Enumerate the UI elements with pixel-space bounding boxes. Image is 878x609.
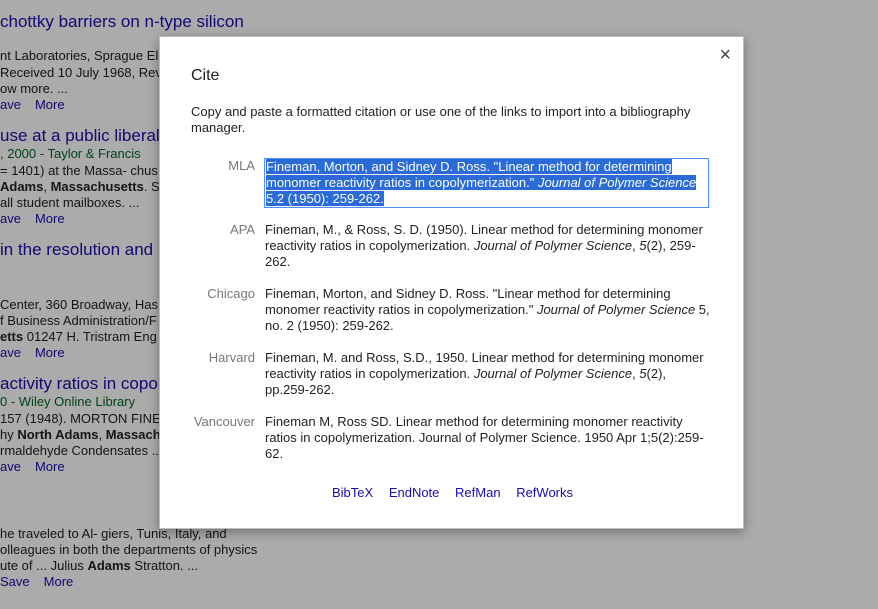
citation-style-label: Chicago xyxy=(207,286,255,301)
citation-text-harvard[interactable]: Fineman, M. and Ross, S.D., 1950. Linear… xyxy=(265,350,710,398)
citation-text-chicago[interactable]: Fineman, Morton, and Sidney D. Ross. "Li… xyxy=(265,286,710,334)
citation-style-label: Harvard xyxy=(208,350,255,365)
bibtex-link[interactable]: BibTeX xyxy=(332,485,373,500)
citation-style-label: Vancouver xyxy=(193,414,255,429)
endnote-link[interactable]: EndNote xyxy=(389,485,440,500)
dialog-title: Cite xyxy=(191,67,220,84)
refman-link[interactable]: RefMan xyxy=(455,485,501,500)
export-links: BibTeX EndNote RefMan RefWorks xyxy=(160,485,745,500)
citation-text-mla[interactable]: Fineman, Morton, and Sidney D. Ross. "Li… xyxy=(264,158,709,208)
citation-text-apa[interactable]: Fineman, M., & Ross, S. D. (1950). Linea… xyxy=(265,222,710,270)
close-icon[interactable]: × xyxy=(719,45,731,65)
refworks-link[interactable]: RefWorks xyxy=(516,485,573,500)
cite-dialog: × Cite Copy and paste a formatted citati… xyxy=(159,36,744,529)
citation-style-label: APA xyxy=(229,222,255,237)
citation-text-vancouver[interactable]: Fineman M, Ross SD. Linear method for de… xyxy=(265,414,710,462)
citation-style-label: MLA xyxy=(228,158,255,173)
dialog-intro: Copy and paste a formatted citation or u… xyxy=(191,104,691,135)
